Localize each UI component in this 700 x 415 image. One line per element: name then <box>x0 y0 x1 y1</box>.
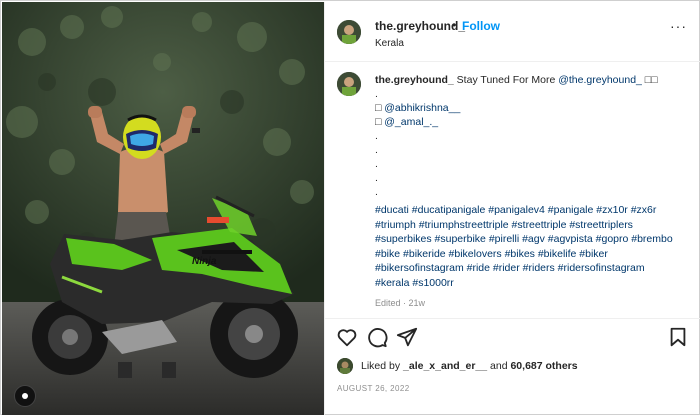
hashtag-line[interactable]: #ducati #ducatipanigale #panigalev4 #pan… <box>375 203 691 218</box>
caption-dot-line: . <box>375 88 378 100</box>
caption-author-avatar[interactable] <box>337 72 361 96</box>
caption-first-line: the.greyhound_ Stay Tuned For More @the.… <box>375 73 691 87</box>
like-button[interactable] <box>336 326 358 348</box>
share-button[interactable] <box>396 326 418 348</box>
comment-icon <box>368 328 388 348</box>
hashtag-line[interactable]: #superbikes #superbike #pirelli #agv #ag… <box>375 232 691 247</box>
post-date[interactable]: AUGUST 26, 2022 <box>337 384 410 393</box>
credit-mention-2[interactable]: @_amal_._ <box>384 116 438 128</box>
post-header: the.greyhound_ • Follow Kerala ··· <box>325 2 700 62</box>
paper-plane-icon <box>396 327 418 347</box>
avatar-image <box>337 20 361 44</box>
more-options-icon[interactable]: ··· <box>670 18 687 34</box>
bookmark-icon <box>670 327 686 347</box>
likes-prefix: Liked by <box>361 360 404 372</box>
motorcycle-photo: Ninja <box>2 2 324 415</box>
avatar-image <box>337 358 353 374</box>
credit-line-2: □ @_amal_._ <box>375 115 691 129</box>
likes-count[interactable]: 60,687 others <box>510 360 577 372</box>
avatar-image <box>337 72 361 96</box>
save-button[interactable] <box>667 326 689 348</box>
hashtag-line[interactable]: #bikersofinstagram #ride #rider #riders … <box>375 261 691 276</box>
caption-dot-line: . <box>375 144 378 156</box>
caption-dot-line: . <box>375 172 378 184</box>
comment-button[interactable] <box>366 326 388 348</box>
post-sidebar: the.greyhound_ • Follow Kerala ··· the.g… <box>324 2 700 415</box>
hashtag-line[interactable]: #triumph #triumphstreettriple #streettri… <box>375 218 691 233</box>
hashtag-line[interactable]: #bike #bikeride #bikelovers #bikes #bike… <box>375 247 691 262</box>
caption-dot-line: . <box>375 186 378 198</box>
caption-dot-line: . <box>375 130 378 142</box>
caption-section: the.greyhound_ Stay Tuned For More @the.… <box>325 62 700 319</box>
credit-mention-1[interactable]: @abhikrishna__ <box>384 102 460 114</box>
heart-icon <box>337 329 357 347</box>
caption-mention[interactable]: @the.greyhound_ <box>558 74 642 86</box>
post-image[interactable]: Ninja <box>2 2 324 415</box>
tag-indicator-icon[interactable] <box>14 385 36 407</box>
hashtag-line[interactable]: #kerala #s1000rr <box>375 276 691 291</box>
caption-body: Stay Tuned For More <box>453 74 559 86</box>
author-avatar[interactable] <box>337 20 361 44</box>
action-bar <box>325 320 700 354</box>
camera-emoji-icon: □ <box>375 102 382 114</box>
caption-dot-line: . <box>375 158 378 170</box>
liker-username[interactable]: _ale_x_and_er__ <box>403 360 487 372</box>
follow-button[interactable]: Follow <box>462 19 500 33</box>
likes-middle: and <box>487 360 511 372</box>
caption-emoji: □□ <box>641 74 658 86</box>
post-modal: Ninja the.greyhound_ • Follow Kerala ··· <box>0 0 700 415</box>
camera-emoji-icon: □ <box>375 116 382 128</box>
hashtags: #ducati #ducatipanigale #panigalev4 #pan… <box>375 203 691 290</box>
edited-timestamp: Edited · 21w <box>375 298 426 308</box>
liker-avatar[interactable] <box>337 358 353 374</box>
caption-text: the.greyhound_ Stay Tuned For More @the.… <box>375 73 691 290</box>
separator-dot: • <box>452 18 457 32</box>
likes-text: Liked by _ale_x_and_er__ and 60,687 othe… <box>361 360 578 372</box>
post-location[interactable]: Kerala <box>375 38 404 49</box>
caption-username[interactable]: the.greyhound_ <box>375 74 454 86</box>
svg-text:Ninja: Ninja <box>192 256 217 267</box>
credit-line-1: □ @abhikrishna__ <box>375 101 691 115</box>
